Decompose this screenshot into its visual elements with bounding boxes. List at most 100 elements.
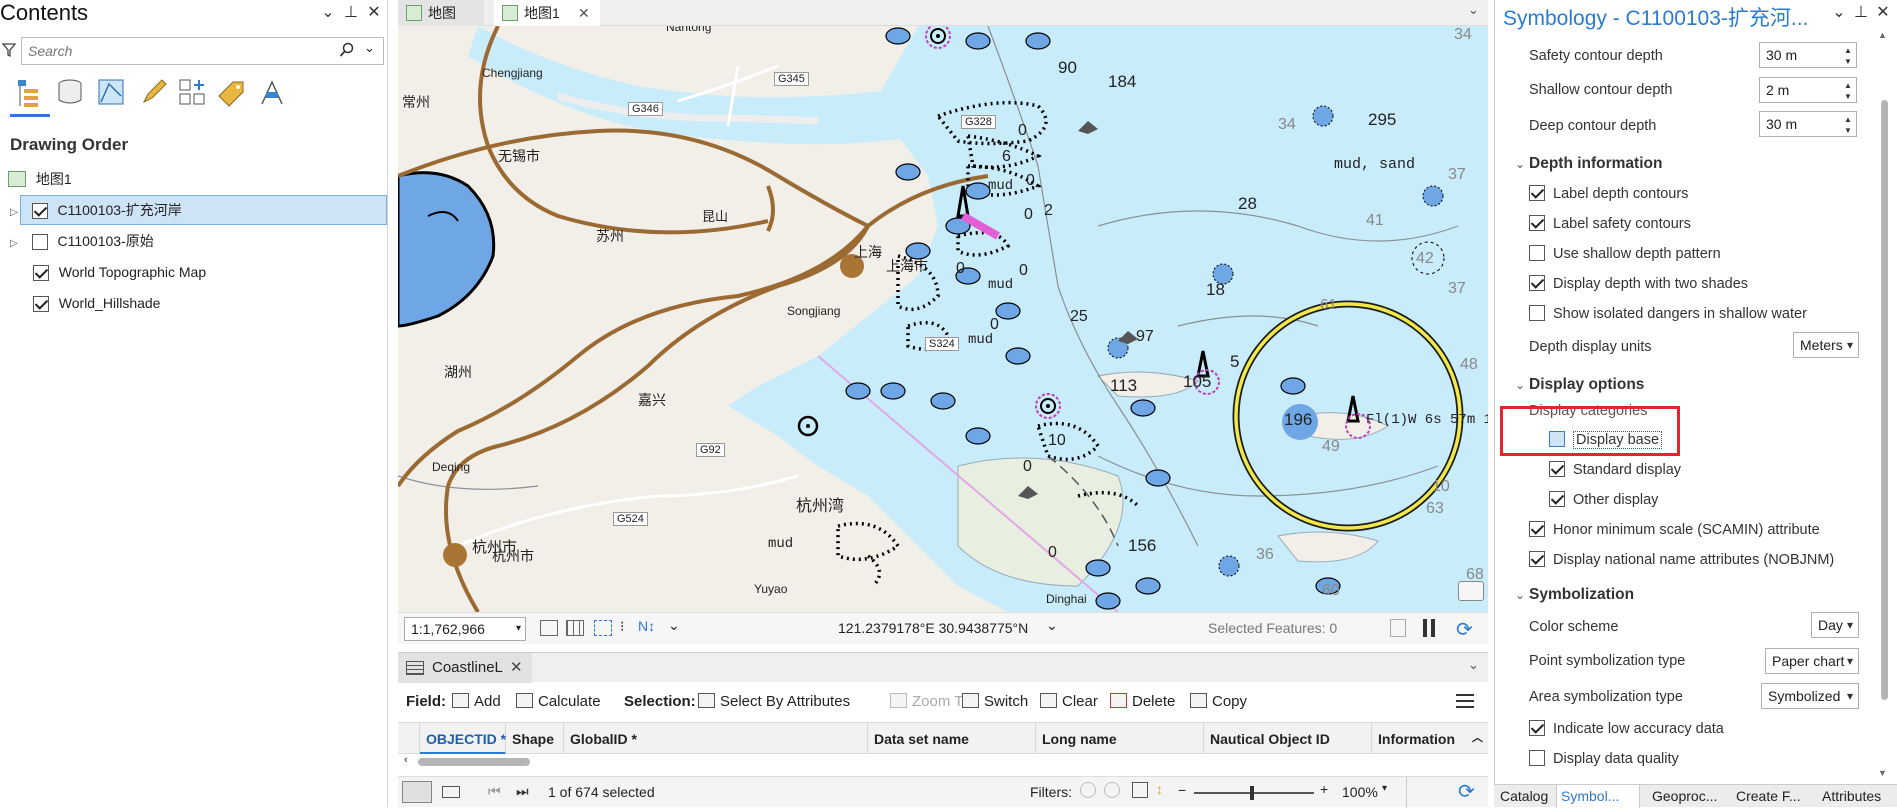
pane-options-icon[interactable]: ⌄ [318, 2, 338, 22]
tab-map1[interactable]: 地图1 ✕ [494, 0, 600, 26]
expand-icon[interactable]: ▷ [10, 238, 18, 249]
search-input[interactable] [22, 38, 312, 64]
two-shades-option[interactable]: Display depth with two shades [1529, 273, 1748, 295]
nobjnm-option[interactable]: Display national name attributes (NOBJNM… [1529, 549, 1834, 571]
scamin-option[interactable]: Honor minimum scale (SCAMIN) attribute [1529, 519, 1820, 541]
list-by-editing-icon[interactable] [138, 76, 170, 108]
range-filter-icon[interactable] [1104, 782, 1120, 798]
tab-attributes[interactable]: Attributes [1822, 785, 1881, 808]
standard-display-option[interactable]: Standard display [1549, 459, 1681, 481]
list-by-source-icon[interactable] [54, 76, 86, 108]
show-selected-records-button[interactable] [442, 786, 460, 798]
spin-down-icon[interactable]: ▼ [1843, 91, 1853, 102]
tab-symbology[interactable]: Symbol... [1556, 785, 1640, 808]
depth-units-select[interactable]: Meters [1793, 332, 1859, 358]
column-header[interactable]: OBJECTID * [420, 723, 506, 755]
spin-down-icon[interactable]: ▼ [1843, 125, 1853, 136]
filter-icon[interactable] [2, 42, 16, 58]
zoom-to-button[interactable]: Zoom To [890, 692, 970, 712]
spin-up-icon[interactable]: ▲ [1843, 80, 1853, 91]
list-by-labeling-icon[interactable] [215, 76, 247, 108]
refresh-cache-icon[interactable] [1390, 619, 1406, 637]
deep-contour-input[interactable]: 30 m ▲ ▼ [1759, 111, 1857, 137]
extent-filter-icon[interactable] [1132, 782, 1148, 798]
map-options-icon[interactable] [1458, 581, 1484, 601]
layer-row[interactable]: ▷ C1100103-扩充河岸 [10, 195, 182, 225]
checkbox[interactable] [1529, 275, 1545, 291]
scroll-up-icon[interactable]: ▲ [1878, 30, 1887, 40]
layer-row[interactable]: ▷ C1100103-原始 [10, 226, 154, 256]
column-header[interactable]: Data set name [868, 723, 1036, 755]
layer-visibility-checkbox[interactable] [32, 296, 49, 313]
area-symbolization-select[interactable]: Symbolized [1761, 683, 1859, 709]
low-accuracy-option[interactable]: Indicate low accuracy data [1529, 718, 1724, 740]
snapping-icon[interactable] [594, 620, 612, 636]
zoom-out-icon[interactable]: − [1178, 782, 1186, 798]
pane-options-icon[interactable]: ⌄ [1829, 2, 1849, 22]
pause-icon[interactable] [1423, 619, 1427, 637]
zoom-level[interactable]: 100% [1342, 784, 1378, 800]
checkbox[interactable] [1529, 750, 1545, 766]
column-header[interactable]: Nautical Object ID [1204, 723, 1372, 755]
selected-features[interactable]: Selected Features: 0 [1208, 620, 1337, 636]
layer-row[interactable]: World_Hillshade [10, 288, 160, 318]
layer-row[interactable]: World Topographic Map [10, 257, 206, 287]
map-view[interactable]: 常州 Chengjiang 无锡市 苏州 昆山 上海 上海市 Songjiang… [398, 26, 1488, 612]
layer-visibility-checkbox[interactable] [32, 265, 49, 282]
pin-icon[interactable]: ⊥ [1851, 2, 1871, 22]
close-icon[interactable]: ✕ [364, 2, 384, 22]
checkbox[interactable] [1549, 461, 1565, 477]
list-by-snapping-icon[interactable] [176, 76, 208, 108]
chevron-down-icon[interactable]: ⌄ [364, 40, 375, 56]
menu-icon[interactable] [1456, 694, 1474, 696]
select-by-attributes-button[interactable]: Select By Attributes [698, 692, 850, 712]
expand-icon[interactable]: ▷ [10, 207, 18, 218]
refresh-icon[interactable]: ⟳ [1456, 617, 1473, 642]
layer-visibility-checkbox[interactable] [31, 203, 48, 220]
scroll-left-icon[interactable]: ‹ [404, 754, 408, 766]
scroll-up-icon[interactable]: ︿ [1472, 729, 1483, 745]
last-record-icon[interactable]: ⏭ [516, 783, 529, 800]
refresh-icon[interactable]: ⟳ [1458, 779, 1475, 804]
checkbox[interactable] [1529, 720, 1545, 736]
map-node[interactable]: 地图1 [8, 164, 72, 194]
isolated-dangers-option[interactable]: Show isolated dangers in shallow water [1529, 303, 1807, 325]
grid-icon[interactable] [540, 620, 558, 636]
safety-contour-input[interactable]: 30 m ▲ ▼ [1759, 42, 1857, 68]
vertical-scrollbar[interactable]: ▲ ▼ [1878, 30, 1892, 790]
label-depth-contours-option[interactable]: Label depth contours [1529, 183, 1688, 205]
label-safety-contours-option[interactable]: Label safety contours [1529, 213, 1691, 235]
search-icon[interactable] [339, 42, 355, 58]
time-filter-icon[interactable] [1080, 782, 1096, 798]
close-icon[interactable]: ✕ [1873, 2, 1893, 22]
contents-filter-icon[interactable]: ↕ [1156, 781, 1163, 797]
close-tab-icon[interactable]: ✕ [578, 0, 590, 26]
table-icon[interactable] [566, 620, 584, 636]
delete-button[interactable]: Delete [1110, 692, 1175, 712]
scroll-thumb[interactable] [418, 758, 530, 766]
checkbox[interactable] [1529, 185, 1545, 201]
list-by-perspective-icon[interactable] [256, 76, 288, 108]
first-record-icon[interactable]: ⏮ [488, 783, 501, 800]
color-scheme-select[interactable]: Day [1811, 612, 1859, 638]
tab-map[interactable]: 地图 [398, 0, 484, 26]
copy-button[interactable]: Copy [1190, 692, 1247, 712]
layer-visibility-checkbox[interactable] [31, 234, 48, 251]
chevron-down-icon[interactable]: ▾ [1382, 783, 1387, 794]
chevron-down-icon[interactable]: ⌄ [1046, 617, 1058, 634]
checkbox[interactable] [1529, 245, 1545, 261]
zoom-slider-thumb[interactable] [1250, 786, 1254, 800]
tab-catalog[interactable]: Catalog [1500, 785, 1548, 808]
symbolization-section[interactable]: ⌄ Symbolization [1515, 586, 1634, 604]
shallow-depth-pattern-option[interactable]: Use shallow depth pattern [1529, 243, 1721, 265]
add-field-button[interactable]: Add [452, 692, 501, 712]
depth-information-section[interactable]: ⌄ Depth information [1515, 155, 1662, 173]
clear-button[interactable]: Clear [1040, 692, 1098, 712]
checkbox[interactable] [1529, 551, 1545, 567]
navigation-icon[interactable]: N↕ [638, 618, 655, 634]
constraint-icon[interactable]: ⁝ [620, 618, 624, 635]
shallow-contour-input[interactable]: 2 m ▲ ▼ [1759, 77, 1857, 103]
chevron-down-icon[interactable]: ⌄ [1468, 657, 1479, 673]
spin-down-icon[interactable]: ▼ [1843, 56, 1853, 67]
scale-selector[interactable]: 1:1,762,966 ▾ [404, 617, 526, 641]
